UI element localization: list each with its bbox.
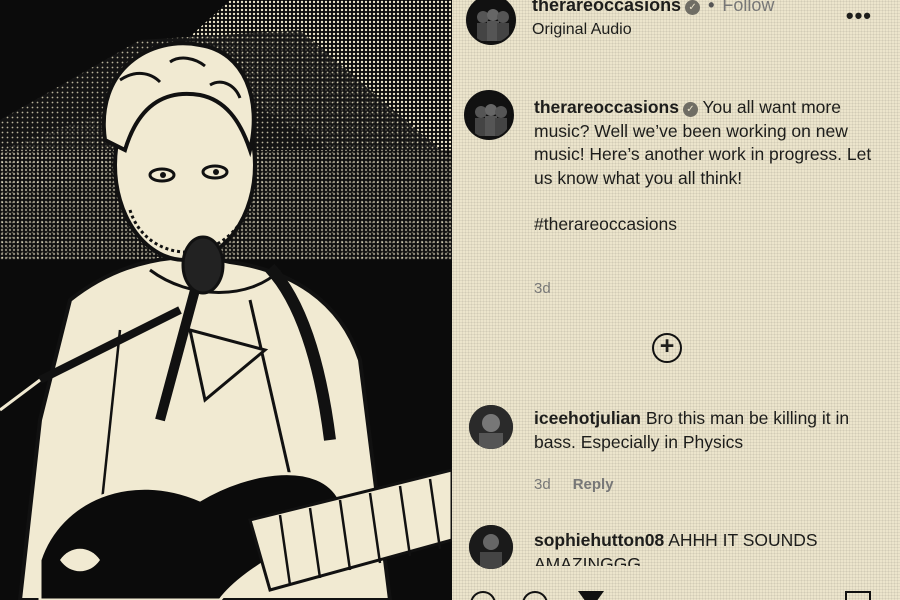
verified-badge-icon: ✓	[685, 0, 701, 15]
comment-meta: 3d Reply	[534, 476, 614, 493]
bookmark-icon[interactable]	[845, 591, 871, 600]
heart-icon[interactable]	[470, 591, 496, 600]
post-media[interactable]	[0, 0, 452, 600]
more-options-icon[interactable]: •••	[846, 5, 872, 27]
header-username-row: therareoccasions ✓ • Follow	[532, 0, 774, 16]
post-caption: therareoccasions ✓ You all want more musi…	[534, 96, 874, 237]
original-audio-link[interactable]: Original Audio	[532, 21, 632, 39]
comment-timestamp: 3d	[534, 476, 551, 493]
comment-username[interactable]: sophiehutton08	[534, 530, 664, 550]
user-avatar-image	[469, 525, 513, 569]
caption-timestamp: 3d	[534, 280, 551, 297]
band-avatar-image	[466, 92, 512, 138]
user-avatar-image	[469, 405, 513, 449]
post-details-panel: therareoccasions ✓ • Follow Original Audio …	[452, 0, 900, 600]
post-actions-bar	[452, 584, 900, 600]
caption-avatar[interactable]	[464, 90, 514, 140]
share-icon[interactable]	[578, 591, 604, 600]
comment-item: sophiehutton08 AHHH IT SOUNDS AMAZINGGG	[534, 528, 864, 566]
load-more-comments-icon[interactable]: +	[652, 333, 682, 363]
comment-item: iceehotjulian Bro this man be killing it…	[534, 406, 864, 454]
comment-icon[interactable]	[522, 591, 548, 600]
caption-hashtag[interactable]: #therareoccasions	[534, 213, 874, 237]
verified-badge-icon: ✓	[682, 102, 698, 117]
caption-username[interactable]: therareoccasions	[534, 97, 679, 117]
musician-illustration	[0, 0, 452, 600]
follow-button[interactable]: Follow	[722, 0, 774, 15]
comment-username[interactable]: iceehotjulian	[534, 408, 641, 428]
comment-avatar[interactable]	[469, 405, 513, 449]
separator-dot: •	[708, 0, 715, 15]
comment-avatar[interactable]	[469, 525, 513, 569]
band-avatar-image	[468, 0, 514, 43]
header-avatar[interactable]	[466, 0, 516, 45]
header-username[interactable]: therareoccasions	[532, 0, 681, 15]
reply-button[interactable]: Reply	[573, 476, 614, 493]
